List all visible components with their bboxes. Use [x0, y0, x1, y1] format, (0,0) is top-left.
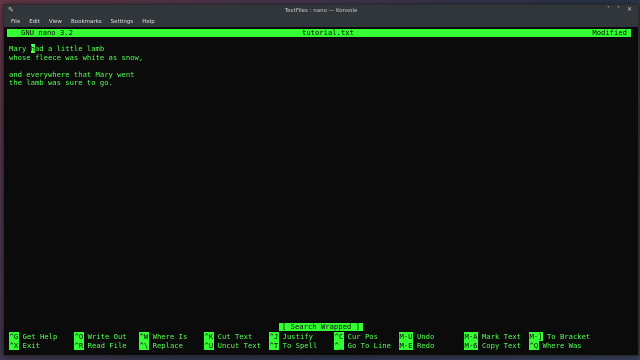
shortcut-cur-pos[interactable]: ^C Cur Pos: [334, 332, 378, 341]
window-title: TextFiles : nano — Konsole: [284, 8, 358, 14]
menu-help[interactable]: Help: [142, 19, 155, 25]
shortcut-read-file[interactable]: ^R Read File: [74, 341, 127, 350]
konsole-window: ✎ TextFiles : nano — Konsole ˅ ˄ ✕ File …: [3, 4, 639, 356]
shortcut-mark-text[interactable]: M-A Mark Text: [464, 332, 521, 341]
status-message: [ Search Wrapped ]: [279, 323, 363, 331]
shortcut-row-1: ^G Get Help ^O Write Out ^W Where Is ^K Cut …: [9, 332, 634, 341]
modified-indicator: Modified: [592, 28, 627, 37]
shortcut-go-to-line[interactable]: ^_ Go To Line: [334, 341, 391, 350]
editor-text[interactable]: Mary had a little lamb whose fleece was …: [9, 44, 144, 88]
shortcut-row-2: ^X Exit ^R Read File ^\ Replace ^U Uncut Tex…: [9, 341, 634, 350]
minimize-icon[interactable]: ˅: [607, 6, 610, 13]
menu-settings[interactable]: Settings: [111, 19, 134, 25]
shortcut-bar: ^G Get Help ^O Write Out ^W Where Is ^K Cut …: [9, 332, 634, 350]
file-name: tutorial.txt: [302, 28, 354, 37]
shortcut-undo[interactable]: M-U Undo: [399, 332, 434, 341]
maximize-icon[interactable]: ˄: [617, 6, 620, 13]
menu-bookmarks[interactable]: Bookmarks: [71, 19, 102, 25]
terminal-area[interactable]: GNU nano 3.2 tutorial.txt Modified Mary …: [4, 27, 638, 355]
shortcut-write-out[interactable]: ^O Write Out: [74, 332, 127, 341]
shortcut-replace[interactable]: ^\ Replace: [139, 341, 183, 350]
close-icon[interactable]: ✕: [627, 6, 632, 13]
nano-version: GNU nano 3.2: [21, 28, 73, 37]
title-bar: ✎ TextFiles : nano — Konsole ˅ ˄ ✕: [4, 5, 638, 17]
shortcut-justify[interactable]: ^J Justify: [269, 332, 313, 341]
shortcut-redo[interactable]: M-E Redo: [399, 341, 434, 350]
pin-icon[interactable]: ✎: [8, 6, 14, 14]
shortcut-cut-text[interactable]: ^K Cut Text: [204, 332, 252, 341]
shortcut-to-spell[interactable]: ^T To Spell: [269, 341, 317, 350]
text-line: the lamb was sure to go.: [9, 78, 113, 87]
shortcut-uncut-text[interactable]: ^U Uncut Text: [204, 341, 261, 350]
text-line: whose fleece was white as snow,: [9, 52, 144, 62]
shortcut-to-bracket[interactable]: M-] To Bracket: [529, 332, 590, 341]
menu-view[interactable]: View: [49, 19, 62, 25]
shortcut-where-was[interactable]: ^Q Where Was: [529, 341, 582, 350]
shortcut-copy-text[interactable]: M-6 Copy Text: [464, 341, 521, 350]
shortcut-exit[interactable]: ^X Exit: [9, 341, 40, 350]
menu-bar: File Edit View Bookmarks Settings Help: [4, 17, 638, 27]
menu-edit[interactable]: Edit: [29, 19, 40, 25]
shortcut-get-help[interactable]: ^G Get Help: [9, 332, 57, 341]
nano-header-bar: GNU nano 3.2 tutorial.txt Modified: [7, 29, 631, 37]
menu-file[interactable]: File: [11, 19, 20, 25]
shortcut-where-is[interactable]: ^W Where Is: [139, 332, 187, 341]
